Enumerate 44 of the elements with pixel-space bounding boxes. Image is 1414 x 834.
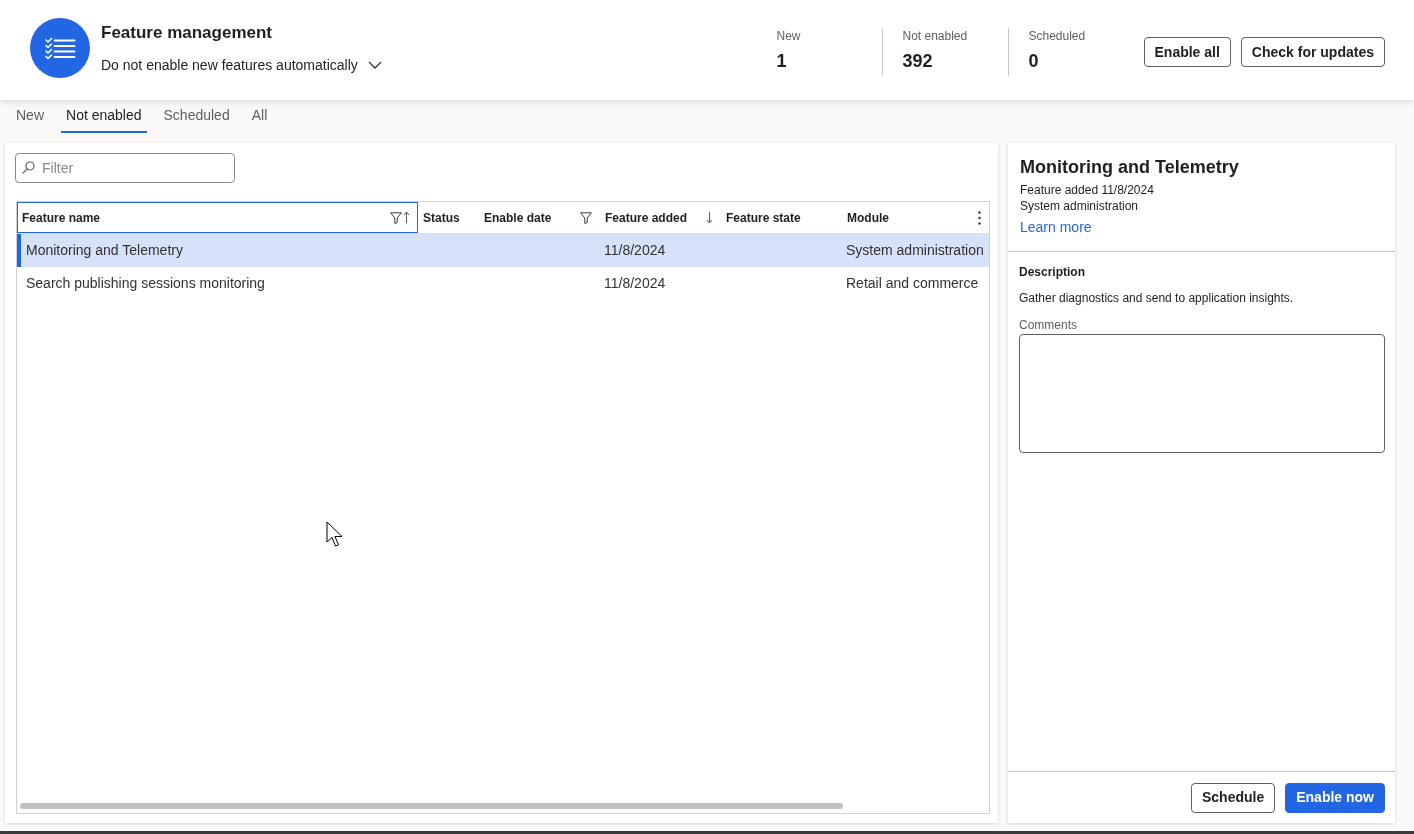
tab[interactable]: Not enabled: [61, 100, 147, 133]
horizontal-scrollbar[interactable]: [20, 803, 843, 809]
stat-label: New: [776, 28, 802, 44]
tab[interactable]: All: [246, 100, 273, 133]
stat-value: 392: [902, 50, 934, 73]
header-button[interactable]: Enable all: [1143, 37, 1231, 67]
schedule-button[interactable]: Schedule: [1190, 782, 1276, 813]
page-title: Feature management: [101, 22, 272, 44]
stat-value: 0: [1028, 50, 1040, 73]
comments-label: Comments: [1019, 317, 1077, 333]
detail-title: Monitoring and Telemetry: [1020, 156, 1239, 179]
stat-value: 1: [776, 50, 788, 73]
checklist-icon: [30, 18, 90, 78]
auto-enable-dropdown[interactable]: Do not enable new features automatically: [101, 55, 382, 75]
column-header[interactable]: Feature added: [600, 202, 721, 233]
tab[interactable]: New: [11, 100, 49, 133]
stat-label: Not enabled: [902, 28, 969, 44]
module-text: System administration: [1020, 198, 1139, 214]
vertical-ellipsis-icon[interactable]: [978, 210, 981, 225]
table-cell-text: Monitoring and Telemetry: [26, 241, 183, 260]
column-header[interactable]: Feature state: [721, 202, 842, 233]
header-button[interactable]: Check for updates: [1240, 37, 1385, 67]
filter-field[interactable]: Filter: [15, 153, 235, 183]
table-cell-text: Retail and commerce: [846, 274, 979, 293]
description-label: Description: [1019, 264, 1085, 280]
table-cell-text: 11/8/2024: [604, 241, 666, 260]
table-row[interactable]: Monitoring and Telemetry 11/8/2024 System administration: [17, 234, 989, 267]
table-cell-text: 11/8/2024: [604, 274, 666, 293]
column-header[interactable]: Module: [842, 202, 989, 233]
chevron-down-icon: [367, 61, 382, 69]
table-cell-text: Search publishing sessions monitoring: [26, 274, 265, 293]
enable-now-button[interactable]: Enable now: [1285, 782, 1385, 813]
search-icon: [22, 161, 35, 174]
table-cell-text: System administration: [846, 241, 984, 260]
column-header[interactable]: Enable date: [479, 202, 600, 233]
description-text: Gather diagnostics and send to application insights.: [1019, 290, 1294, 306]
feature-added-text: Feature added 11/8/2024: [1020, 182, 1154, 198]
stat-label: Scheduled: [1028, 28, 1087, 44]
column-header[interactable]: Feature name: [17, 202, 418, 233]
tab[interactable]: Scheduled: [158, 100, 235, 133]
mouse-pointer-icon: [326, 521, 344, 548]
column-header[interactable]: Status: [418, 202, 479, 233]
learn-more-link[interactable]: Learn more: [1020, 217, 1092, 237]
comments-field[interactable]: [1019, 334, 1385, 453]
